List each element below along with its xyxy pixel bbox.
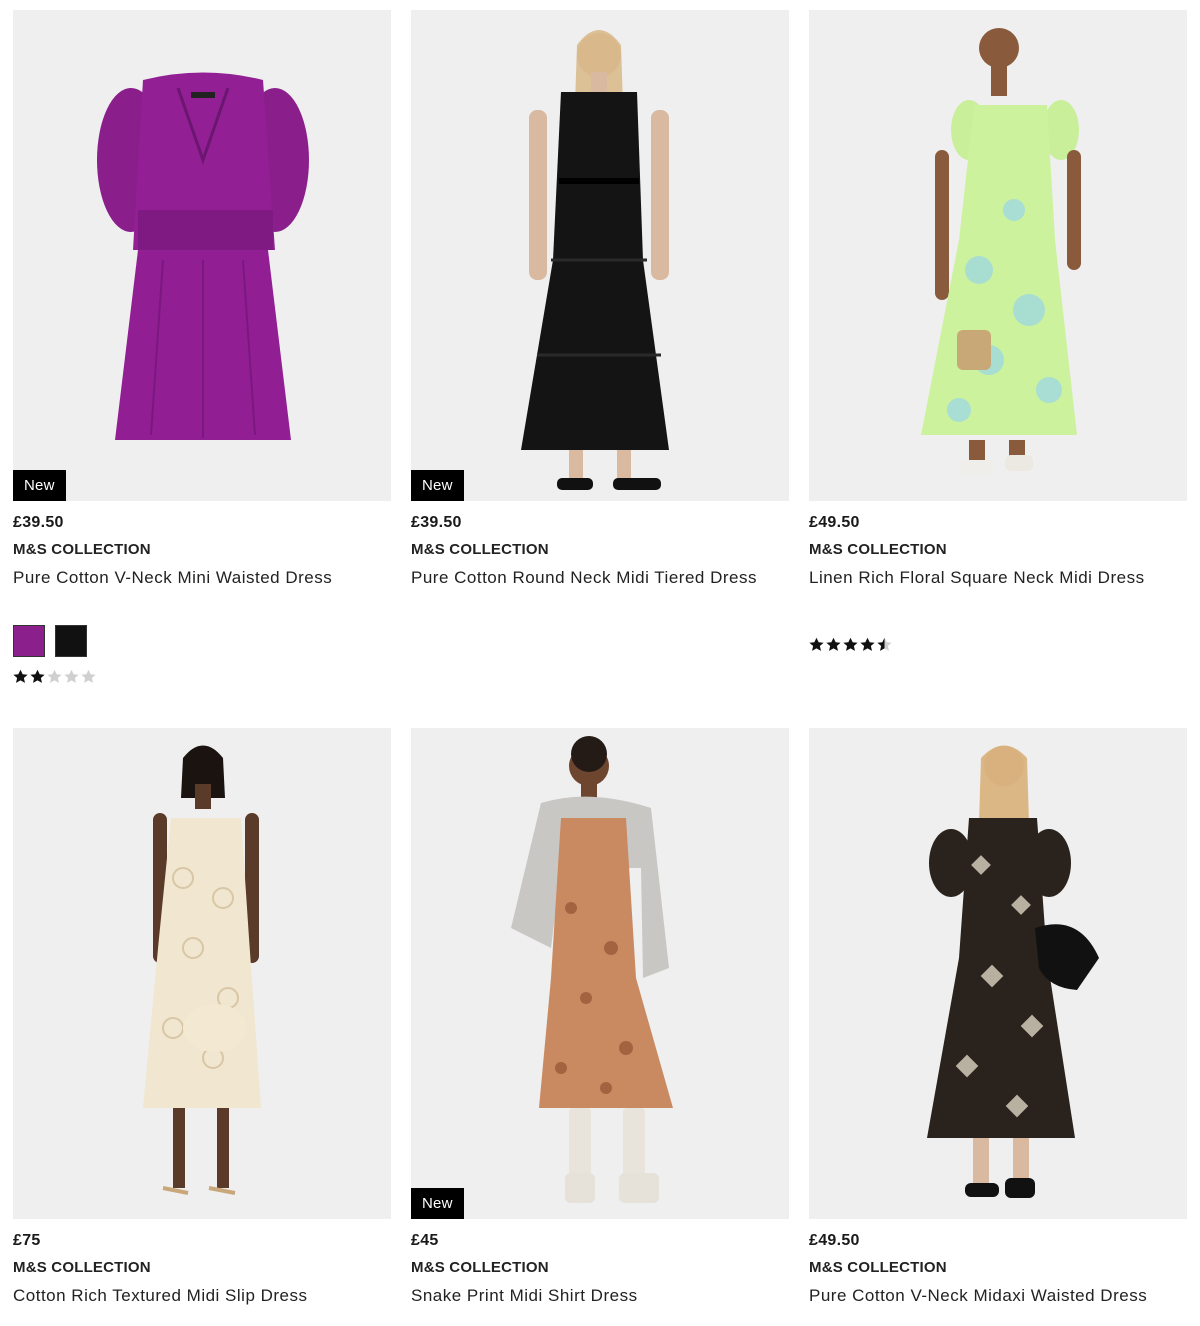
new-badge: New	[411, 1188, 464, 1219]
product-brand: M&S COLLECTION	[13, 1259, 151, 1276]
star-filled-icon	[809, 637, 824, 651]
green-floral-dress-image	[921, 28, 1081, 474]
product-price: £39.50	[411, 514, 462, 531]
product-brand: M&S COLLECTION	[809, 541, 947, 558]
star-empty-icon	[64, 669, 79, 683]
product-brand: M&S COLLECTION	[411, 1259, 549, 1276]
star-rating	[809, 637, 1187, 652]
product-name[interactable]: Snake Print Midi Shirt Dress	[411, 1285, 789, 1307]
product-image[interactable]: New	[411, 10, 789, 501]
swatch-black[interactable]	[55, 625, 87, 657]
product-brand: M&S COLLECTION	[411, 541, 549, 558]
product-image[interactable]	[809, 728, 1187, 1219]
product-price: £49.50	[809, 1232, 860, 1249]
product-brand: M&S COLLECTION	[809, 1259, 947, 1276]
product-card[interactable]: £75 M&S COLLECTION Cotton Rich Textured …	[13, 728, 391, 1307]
product-name[interactable]: Cotton Rich Textured Midi Slip Dress	[13, 1285, 391, 1307]
product-name[interactable]: Pure Cotton V-Neck Mini Waisted Dress	[13, 567, 391, 589]
product-name[interactable]: Linen Rich Floral Square Neck Midi Dress	[809, 567, 1187, 589]
product-card[interactable]: New £39.50 M&S COLLECTION Pure Cotton V-…	[13, 10, 391, 684]
star-empty-icon	[47, 669, 62, 683]
product-image[interactable]: New	[411, 728, 789, 1219]
star-filled-icon	[13, 669, 28, 683]
new-badge: New	[411, 470, 464, 501]
star-filled-icon	[860, 637, 875, 651]
star-filled-icon	[826, 637, 841, 651]
product-card[interactable]: £49.50 M&S COLLECTION Pure Cotton V-Neck…	[809, 728, 1187, 1307]
product-card[interactable]: £49.50 M&S COLLECTION Linen Rich Floral …	[809, 10, 1187, 652]
product-price: £75	[13, 1232, 41, 1249]
snake-print-dress-image	[511, 736, 673, 1203]
cream-slip-dress-image	[143, 745, 261, 1195]
product-name[interactable]: Pure Cotton V-Neck Midaxi Waisted Dress	[809, 1285, 1187, 1307]
product-brand: M&S COLLECTION	[13, 541, 151, 558]
product-price: £45	[411, 1232, 439, 1249]
product-card[interactable]: New £39.50 M&S COLLECTION Pure Cotton Ro…	[411, 10, 789, 589]
swatch-purple[interactable]	[13, 625, 45, 657]
star-empty-icon	[81, 669, 96, 683]
product-image[interactable]	[809, 10, 1187, 501]
star-filled-icon	[843, 637, 858, 651]
black-print-midaxi-dress-image	[927, 745, 1099, 1198]
new-badge: New	[13, 470, 66, 501]
product-image[interactable]: New	[13, 10, 391, 501]
product-grid: New £39.50 M&S COLLECTION Pure Cotton V-…	[0, 0, 1200, 1326]
black-tiered-dress-image	[521, 30, 669, 490]
product-name[interactable]: Pure Cotton Round Neck Midi Tiered Dress	[411, 567, 789, 589]
product-image[interactable]	[13, 728, 391, 1219]
product-card[interactable]: New £45 M&S COLLECTION Snake Print Midi …	[411, 728, 789, 1307]
star-rating	[13, 669, 391, 684]
purple-dress-image	[97, 72, 309, 440]
colour-swatches	[13, 625, 391, 657]
product-price: £39.50	[13, 514, 64, 531]
product-price: £49.50	[809, 514, 860, 531]
star-half-icon	[877, 637, 892, 651]
star-filled-icon	[30, 669, 45, 683]
